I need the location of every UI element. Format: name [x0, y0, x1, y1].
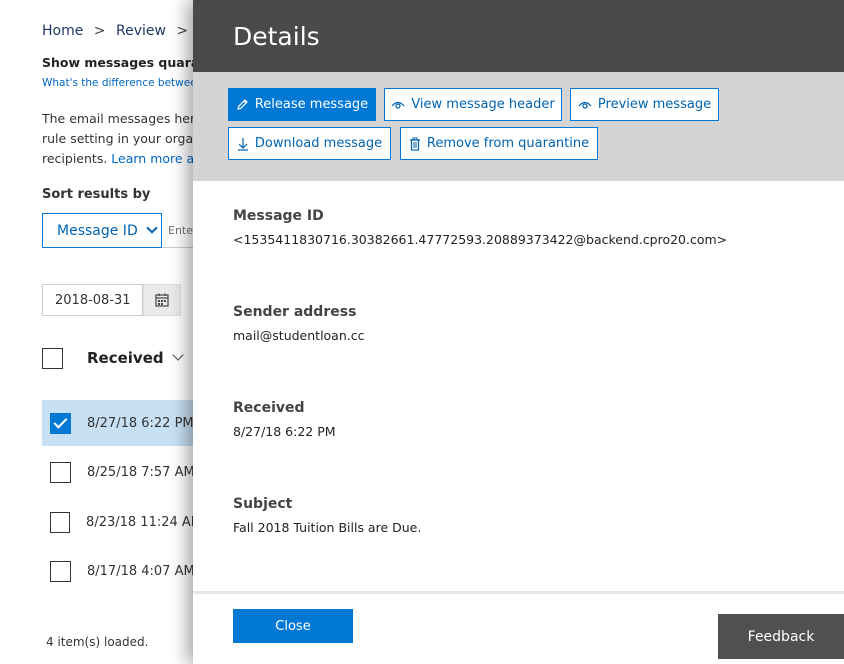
panel-title: Details	[233, 22, 320, 51]
select-all-checkbox[interactable]	[42, 347, 63, 369]
date-input[interactable]	[42, 284, 143, 316]
field-message-id: Message ID <1535411830716.30382661.47772…	[233, 208, 793, 304]
view-message-header-button[interactable]: View message header	[384, 88, 562, 121]
difference-link[interactable]: What's the difference between	[42, 77, 203, 89]
field-received: Received 8/27/18 6:22 PM	[233, 400, 793, 496]
page-description: The email messages here rule setting in …	[42, 109, 202, 169]
row-received-date: 8/17/18 4:07 AM	[87, 563, 195, 579]
remove-from-quarantine-button[interactable]: Remove from quarantine	[400, 127, 598, 160]
field-value: Fall 2018 Tuition Bills are Due.	[233, 520, 422, 535]
items-loaded-status: 4 item(s) loaded.	[46, 635, 149, 649]
download-arrow-icon	[237, 137, 248, 151]
row-received-date: 8/27/18 6:22 PM	[87, 415, 194, 431]
release-message-label: Release message	[254, 97, 369, 112]
row-received-date: 8/25/18 7:57 AM	[87, 464, 195, 480]
table-row[interactable]: 8/27/18 6:22 PM	[42, 400, 202, 446]
description-text: recipients.	[42, 151, 108, 166]
column-header-label: Received	[87, 349, 164, 367]
field-value: 8/27/18 6:22 PM	[233, 424, 336, 439]
view-message-header-label: View message header	[411, 97, 555, 112]
breadcrumb-home[interactable]: Home	[42, 23, 83, 39]
breadcrumb: Home > Review > Qu	[42, 23, 218, 39]
calendar-button[interactable]	[143, 284, 181, 316]
sort-dropdown-value: Message ID	[57, 222, 138, 239]
table-row[interactable]: 8/25/18 7:57 AM	[42, 449, 202, 495]
row-received-date: 8/23/18 11:24 AM	[86, 514, 202, 530]
field-label: Message ID	[233, 208, 324, 224]
chevron-down-icon	[146, 222, 158, 234]
preview-message-button[interactable]: Preview message	[570, 88, 719, 121]
table-row[interactable]: 8/17/18 4:07 AM	[42, 548, 202, 594]
row-checkbox[interactable]	[50, 511, 71, 533]
field-label: Received	[233, 400, 305, 416]
eye-icon	[578, 101, 592, 109]
close-button[interactable]: Close	[233, 609, 353, 643]
table-row[interactable]: 8/23/18 11:24 AM	[42, 499, 202, 545]
preview-message-label: Preview message	[597, 97, 712, 112]
breadcrumb-separator: >	[176, 23, 189, 39]
description-line: rule setting in your orga	[42, 131, 194, 146]
trash-icon	[409, 137, 420, 151]
details-fields: Message ID <1535411830716.30382661.47772…	[233, 208, 793, 592]
release-message-button[interactable]: Release message	[228, 88, 376, 121]
field-label: Sender address	[233, 304, 357, 320]
panel-header: Details	[193, 0, 844, 72]
download-message-label: Download message	[254, 136, 383, 151]
breadcrumb-separator: >	[93, 23, 106, 39]
download-message-button[interactable]: Download message	[228, 127, 391, 160]
description-line: recipients. Learn more ab	[42, 149, 202, 169]
field-label: Subject	[233, 496, 293, 512]
sort-dropdown[interactable]: Message ID	[42, 213, 162, 248]
field-value: <1535411830716.30382661.47772593.2088937…	[233, 232, 728, 247]
column-header-received[interactable]: Received	[42, 340, 184, 376]
action-toolbar: Release message View message header Prev…	[193, 72, 844, 181]
remove-from-quarantine-label: Remove from quarantine	[426, 136, 590, 151]
row-checkbox[interactable]	[50, 412, 71, 434]
calendar-icon	[155, 293, 169, 307]
learn-more-link[interactable]: Learn more ab	[111, 151, 202, 166]
pencil-icon	[237, 99, 248, 110]
field-subject: Subject Fall 2018 Tuition Bills are Due.	[233, 496, 793, 592]
description-line: The email messages here	[42, 111, 202, 126]
row-checkbox[interactable]	[50, 560, 71, 582]
feedback-button[interactable]: Feedback	[718, 614, 844, 659]
sort-label: Sort results by	[42, 187, 151, 202]
eye-icon	[391, 101, 405, 109]
row-checkbox[interactable]	[50, 461, 71, 483]
breadcrumb-review[interactable]: Review	[116, 23, 166, 39]
chevron-down-icon	[171, 349, 184, 361]
field-sender-address: Sender address mail@studentloan.cc	[233, 304, 793, 400]
page-title: Show messages quaran	[42, 55, 209, 70]
details-panel: Details Release message View message hea…	[193, 0, 844, 664]
field-value: mail@studentloan.cc	[233, 328, 365, 343]
